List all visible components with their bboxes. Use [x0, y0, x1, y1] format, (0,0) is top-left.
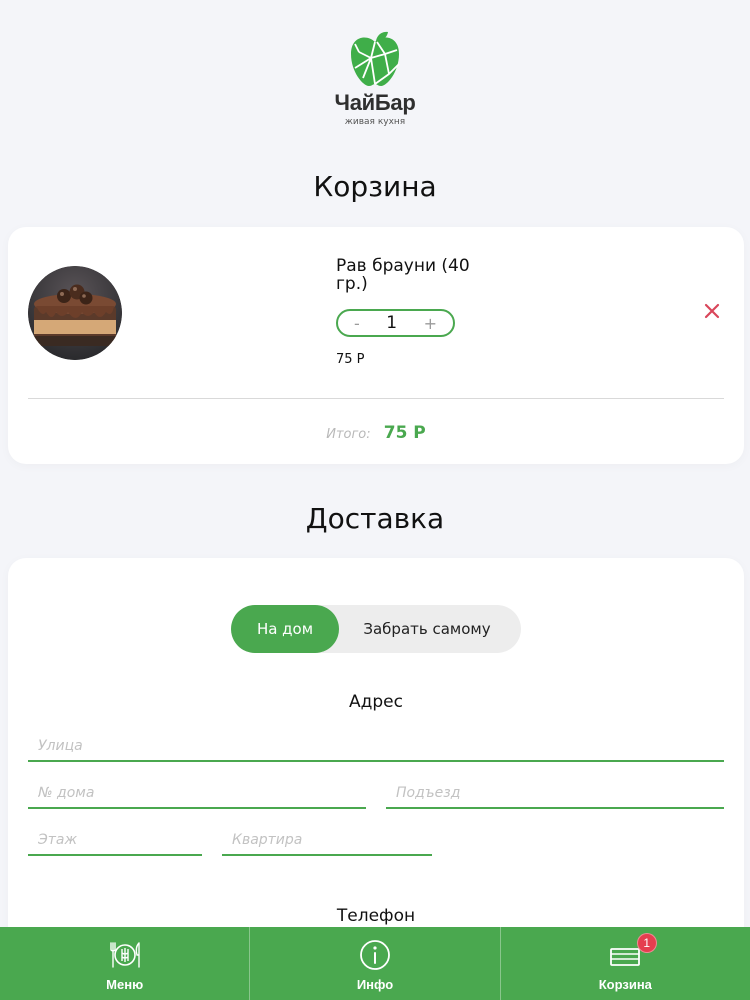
- brand-name: ЧайБар: [334, 90, 416, 115]
- remove-item-button[interactable]: [704, 299, 720, 323]
- cart-count-badge: 1: [636, 933, 657, 953]
- floor-field[interactable]: [28, 826, 202, 856]
- total-value: 75 Р: [383, 423, 426, 443]
- entrance-field[interactable]: [386, 779, 724, 809]
- cart-item-name: Рав брауни (40 гр.): [336, 256, 470, 294]
- delivery-option-pickup[interactable]: Забрать самому: [339, 605, 521, 653]
- total-label: Итого:: [326, 427, 371, 442]
- green-apple-logo-icon: [351, 31, 400, 86]
- nav-label-cart: Корзина: [598, 977, 652, 992]
- street-field[interactable]: [28, 732, 724, 762]
- delivery-mode-toggle: На дом Забрать самому: [231, 605, 521, 653]
- cart-card: Рав брауни (40 гр.) - 1 + 75 Р Итого: 75…: [8, 227, 744, 464]
- quantity-stepper[interactable]: - 1 +: [336, 309, 455, 337]
- menu-cutlery-icon: [109, 942, 140, 968]
- brand-logo: ЧайБар живая кухня: [0, 30, 750, 127]
- cart-title: Корзина: [313, 170, 437, 203]
- nav-item-info[interactable]: Инфо: [250, 927, 501, 1000]
- decrement-button[interactable]: -: [354, 314, 360, 333]
- brand-tagline: живая кухня: [344, 117, 406, 127]
- nav-label-menu: Меню: [106, 977, 144, 992]
- delivery-title: Доставка: [305, 502, 445, 535]
- cart-total: Итого: 75 Р: [8, 423, 744, 443]
- quantity-value: 1: [386, 313, 398, 333]
- increment-button[interactable]: +: [424, 314, 437, 333]
- phone-label: Телефон: [336, 906, 416, 926]
- house-number-field[interactable]: [28, 779, 366, 809]
- nav-item-menu[interactable]: Меню: [0, 927, 251, 1000]
- cart-item-price: 75 Р: [336, 352, 365, 367]
- chocolate-cake-photo: [28, 266, 122, 360]
- nav-label-info: Инфо: [356, 977, 394, 992]
- delivery-option-home[interactable]: На дом: [231, 605, 339, 653]
- cart-divider: [28, 398, 724, 399]
- close-icon: [704, 303, 720, 319]
- address-label: Адрес: [349, 692, 403, 712]
- info-icon: [360, 940, 390, 970]
- bottom-nav: Меню Инфо 1 Корзина: [0, 927, 750, 1000]
- nav-item-cart[interactable]: 1 Корзина: [501, 927, 750, 1000]
- apartment-field[interactable]: [222, 826, 432, 856]
